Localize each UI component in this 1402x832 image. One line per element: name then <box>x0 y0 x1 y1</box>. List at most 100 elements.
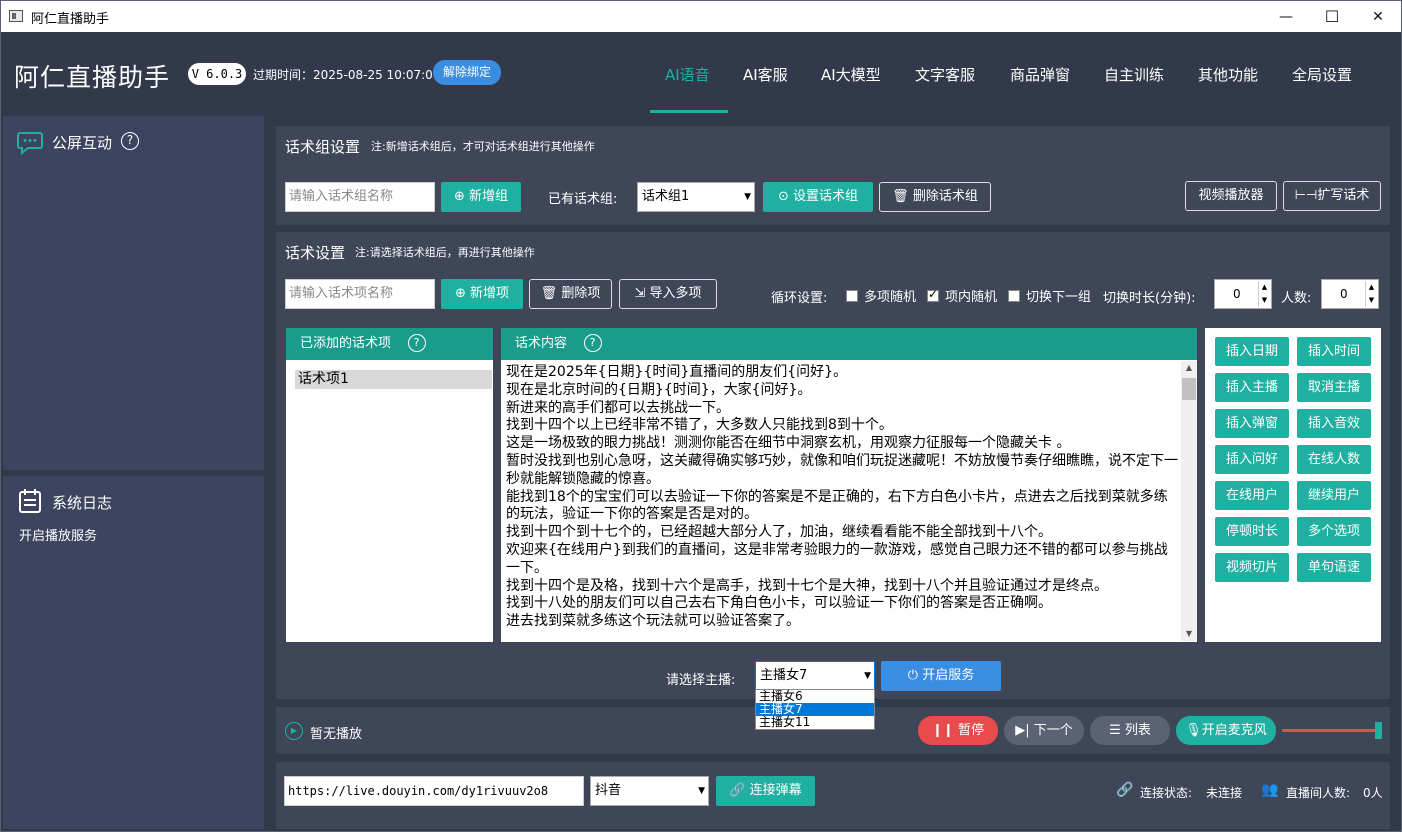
minimize-button[interactable]: — <box>1263 1 1309 32</box>
insert-greeting-button[interactable]: 插入问好 <box>1215 445 1289 474</box>
platform-select[interactable]: 抖音 ▼ <box>590 776 709 806</box>
live-url-input[interactable]: https://live.douyin.com/dy1rivuuv2o8 <box>284 776 584 806</box>
pause-button[interactable]: ❙❙ 暂停 <box>918 716 998 745</box>
cancel-anchor-button[interactable]: 取消主播 <box>1297 373 1371 402</box>
trash-icon: 🗑 <box>892 189 909 204</box>
delete-item-button[interactable]: 🗑 删除项 <box>529 279 612 309</box>
anchor-select-label: 请选择主播: <box>666 673 736 688</box>
help-icon[interactable]: ? <box>407 334 426 352</box>
users-icon: 👥 <box>1261 782 1279 798</box>
add-item-button[interactable]: ⊕ 新增项 <box>441 279 523 309</box>
anchor-dropdown-list[interactable]: 主播女6 主播女7 主播女11 <box>755 689 875 730</box>
pause-icon: ❙❙ <box>932 723 954 738</box>
nav-ai-service[interactable]: AI客服 <box>743 64 788 85</box>
list-button[interactable]: ☰ 列表 <box>1090 716 1170 745</box>
chevron-down-icon: ▼ <box>744 192 751 202</box>
plus-circle-icon: ⊕ <box>454 286 466 301</box>
script-content-text[interactable]: 现在是2025年{日期}{时间}直播间的朋友们{问好}。 现在是北京时间的{日期… <box>506 364 1180 641</box>
system-log-title: 系统日志 <box>52 494 113 512</box>
insert-date-button[interactable]: 插入日期 <box>1215 337 1289 366</box>
multi-options-button[interactable]: 多个选项 <box>1297 517 1371 546</box>
next-button[interactable]: ▶| 下一个 <box>1004 716 1084 745</box>
sentence-speed-button[interactable]: 单句语速 <box>1297 553 1371 582</box>
switch-duration-spinner[interactable]: 0 ▲ ▼ <box>1214 279 1272 309</box>
maximize-button[interactable]: ☐ <box>1309 1 1355 32</box>
expand-icon: ⊢⊣ <box>1294 188 1318 203</box>
group-name-input[interactable]: 请输入话术组名称 <box>285 182 435 212</box>
item-random-checkbox[interactable]: 项内随机 <box>927 286 997 305</box>
insert-time-button[interactable]: 插入时间 <box>1297 337 1371 366</box>
nav-product-popup[interactable]: 商品弹窗 <box>1010 64 1070 85</box>
nav-other-functions[interactable]: 其他功能 <box>1198 64 1258 85</box>
plus-circle-icon: ⊕ <box>453 189 465 204</box>
mic-icon: 🎙 <box>1185 723 1202 738</box>
import-icon: ⇲ <box>634 286 646 301</box>
insert-sound-button[interactable]: 插入音效 <box>1297 409 1371 438</box>
people-count-label: 人数: <box>1281 291 1312 306</box>
app-icon <box>9 10 23 22</box>
pause-duration-button[interactable]: 停顿时长 <box>1215 517 1289 546</box>
nav-global-settings[interactable]: 全局设置 <box>1292 64 1352 85</box>
delete-group-button[interactable]: 🗑 删除话术组 <box>879 182 991 212</box>
insert-popup-button[interactable]: 插入弹窗 <box>1215 409 1289 438</box>
power-icon: ⏻ <box>907 668 919 683</box>
volume-handle[interactable] <box>1375 722 1382 739</box>
unbind-button[interactable]: 解除绑定 <box>433 60 501 85</box>
skip-next-icon: ▶| <box>1015 723 1030 738</box>
item-name-input[interactable]: 请输入话术项名称 <box>285 279 435 309</box>
volume-slider[interactable] <box>1282 729 1380 732</box>
help-icon[interactable]: ? <box>583 334 602 352</box>
group-select[interactable]: 话术组1 ▼ <box>637 182 755 212</box>
expand-script-button[interactable]: ⊢⊣扩写话术 <box>1283 181 1381 211</box>
import-items-button[interactable]: ⇲ 导入多项 <box>619 279 717 309</box>
content-scrollbar[interactable]: ▲ ▼ <box>1181 361 1197 641</box>
group-settings-title: 话术组设置 <box>285 138 361 156</box>
mic-button[interactable]: 🎙开启麦克风 <box>1176 716 1276 745</box>
nav-ai-voice[interactable]: AI语音 <box>665 64 710 85</box>
nav-text-service[interactable]: 文字客服 <box>915 64 975 85</box>
chat-icon <box>17 132 43 156</box>
room-people-value: 0人 <box>1363 786 1383 800</box>
trash-icon: 🗑 <box>540 286 558 301</box>
group-settings-note: 注:新增话术组后，才可对话术组进行其他操作 <box>371 140 595 153</box>
switch-duration-label: 切换时长(分钟): <box>1103 291 1196 306</box>
connect-danmaku-button[interactable]: 🔗 连接弹幕 <box>716 776 815 806</box>
added-items-header: 已添加的话术项 ? <box>286 328 493 360</box>
script-settings-title: 话术设置 <box>285 244 346 262</box>
window-title: 阿仁直播助手 <box>31 12 110 27</box>
nav-ai-model[interactable]: AI大模型 <box>821 64 881 85</box>
system-log-panel: 系统日志 开启播放服务 <box>3 476 264 829</box>
continue-user-button[interactable]: 继续用户 <box>1297 481 1371 510</box>
multi-random-checkbox[interactable]: 多项随机 <box>846 286 916 305</box>
video-player-button[interactable]: 视频播放器 <box>1185 181 1277 211</box>
video-clip-button[interactable]: 视频切片 <box>1215 553 1289 582</box>
play-icon[interactable]: ▶ <box>285 722 303 740</box>
loop-settings-label: 循环设置: <box>771 291 828 306</box>
nav-active-indicator <box>650 110 728 113</box>
public-interaction-title: 公屏互动 <box>52 134 113 152</box>
dropdown-option[interactable]: 主播女11 <box>756 716 874 729</box>
brand-title: 阿仁直播助手 <box>14 63 171 92</box>
online-user-button[interactable]: 在线用户 <box>1215 481 1289 510</box>
anchor-select[interactable]: 主播女7 ▼ <box>755 661 875 691</box>
header: 阿仁直播助手 V 6.0.3 过期时间：2025-08-25 10:07:00 … <box>1 32 1401 116</box>
close-button[interactable]: ✕ <box>1355 1 1401 32</box>
add-group-button[interactable]: ⊕ 新增组 <box>441 182 521 212</box>
people-count-spinner[interactable]: 0 ▲ ▼ <box>1321 279 1379 309</box>
chevron-down-icon: ▼ <box>864 671 871 681</box>
connect-status-label: 连接状态: <box>1140 786 1193 800</box>
list-item[interactable]: 话术项1 <box>295 370 492 389</box>
existing-group-label: 已有话术组: <box>548 192 618 207</box>
switch-next-group-checkbox[interactable]: 切换下一组 <box>1008 286 1091 305</box>
insert-anchor-button[interactable]: 插入主播 <box>1215 373 1289 402</box>
start-service-button[interactable]: ⏻ 开启服务 <box>881 661 1001 691</box>
title-bar: 阿仁直播助手 — ☐ ✕ <box>1 1 1401 32</box>
set-group-button[interactable]: ⊙ 设置话术组 <box>763 182 873 212</box>
online-count-button[interactable]: 在线人数 <box>1297 445 1371 474</box>
script-content-header: 话术内容 ? <box>501 328 1197 360</box>
version-badge: V 6.0.3 <box>188 63 246 85</box>
player-status: 暂无播放 <box>310 727 363 742</box>
settings-icon: ⊙ <box>777 189 789 204</box>
help-icon[interactable]: ? <box>121 132 139 150</box>
nav-self-training[interactable]: 自主训练 <box>1104 64 1164 85</box>
